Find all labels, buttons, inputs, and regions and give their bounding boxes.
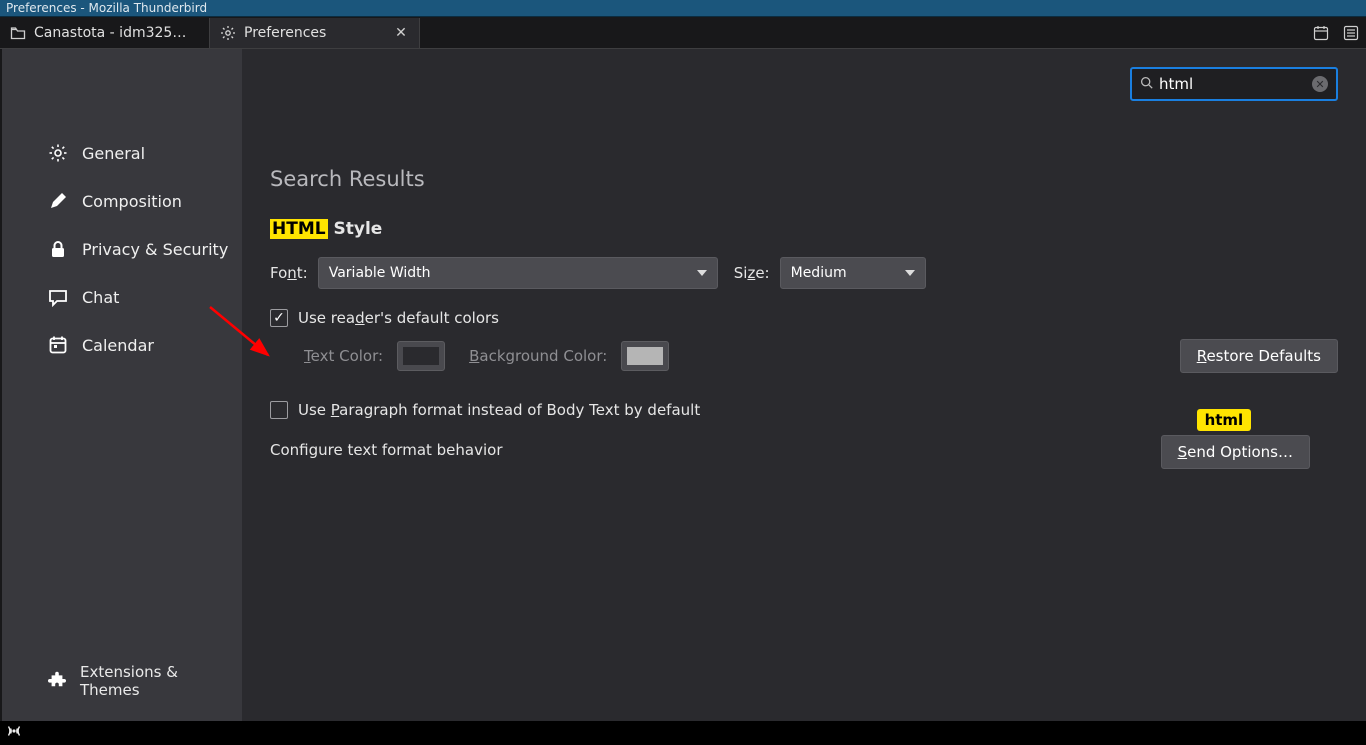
search-results-heading: Search Results: [270, 167, 1338, 191]
preferences-search[interactable]: html ✕: [1130, 67, 1338, 101]
configure-label: Configure text format behavior: [270, 441, 503, 459]
search-input-value[interactable]: html: [1159, 75, 1306, 93]
sidebar-item-label: General: [82, 144, 145, 163]
section-title-html-style: HTML Style: [270, 219, 1338, 239]
calendar-icon: [48, 335, 68, 355]
paragraph-format-label: Use Paragraph format instead of Body Tex…: [298, 401, 700, 419]
network-icon[interactable]: [6, 723, 22, 743]
font-label: Font:: [270, 264, 308, 282]
preferences-sidebar: General Composition Privacy & Security C…: [2, 49, 242, 721]
tabstrip-actions: [1312, 17, 1360, 49]
sidebar-item-extensions[interactable]: Extensions & Themes: [2, 661, 242, 701]
sidebar-item-label: Extensions & Themes: [80, 663, 242, 699]
close-icon[interactable]: ✕: [393, 25, 409, 41]
readers-colors-row: Use reader's default colors: [270, 309, 1338, 327]
size-label: Size:: [734, 264, 770, 282]
restore-defaults-button[interactable]: Restore Defaults: [1180, 339, 1338, 373]
readers-colors-label: Use reader's default colors: [298, 309, 499, 327]
folder-icon: [10, 25, 26, 41]
background-color-label: Background Color:: [469, 347, 607, 365]
readers-colors-checkbox[interactable]: [270, 309, 288, 327]
tab-label: Canastota - idm325@outl: [34, 25, 199, 41]
tab-preferences[interactable]: Preferences ✕: [210, 18, 420, 48]
preferences-content: html ✕ Search Results HTML Style Font: V…: [242, 49, 1366, 721]
lock-icon: [48, 239, 68, 259]
text-color-label: Text Color:: [304, 347, 383, 365]
pencil-icon: [48, 191, 68, 211]
search-hit-balloon: html: [1197, 409, 1252, 431]
sidebar-item-label: Chat: [82, 288, 119, 307]
font-select-value: Variable Width: [329, 265, 431, 281]
background-color-swatch[interactable]: [621, 341, 669, 371]
color-restore-row: Text Color: Background Color: Restore De…: [270, 341, 1338, 371]
sidebar-item-composition[interactable]: Composition: [2, 177, 242, 225]
window-title: Preferences - Mozilla Thunderbird: [6, 1, 207, 15]
font-size-row: Font: Variable Width Size: Medium: [270, 257, 1338, 289]
os-taskbar: [0, 721, 1366, 745]
sidebar-item-label: Calendar: [82, 336, 154, 355]
search-icon: [1140, 76, 1153, 93]
size-select[interactable]: Medium: [780, 257, 926, 289]
chat-icon: [48, 287, 68, 307]
highlight-html: HTML: [270, 219, 328, 239]
tab-strip: Canastota - idm325@outl Preferences ✕: [0, 17, 1366, 49]
size-select-value: Medium: [791, 265, 847, 281]
main-area: General Composition Privacy & Security C…: [0, 49, 1366, 721]
tab-label: Preferences: [244, 25, 326, 41]
paragraph-row: Use Paragraph format instead of Body Tex…: [270, 401, 1338, 419]
clear-search-icon[interactable]: ✕: [1312, 76, 1328, 92]
calendar-pane-icon[interactable]: [1312, 24, 1330, 42]
sidebar-item-privacy[interactable]: Privacy & Security: [2, 225, 242, 273]
tab-mail[interactable]: Canastota - idm325@outl: [0, 18, 210, 48]
font-select[interactable]: Variable Width: [318, 257, 718, 289]
sidebar-item-general[interactable]: General: [2, 129, 242, 177]
chevron-down-icon: [697, 270, 707, 276]
text-color-swatch[interactable]: [397, 341, 445, 371]
sidebar-item-chat[interactable]: Chat: [2, 273, 242, 321]
configure-row: Configure text format behavior html Send…: [270, 441, 1338, 459]
sidebar-item-label: Privacy & Security: [82, 240, 228, 259]
title-rest: Style: [328, 219, 383, 239]
puzzle-icon: [48, 670, 66, 692]
window-title-bar: Preferences - Mozilla Thunderbird: [0, 0, 1366, 17]
send-options-button[interactable]: Send Options…: [1161, 435, 1310, 469]
tasks-pane-icon[interactable]: [1342, 24, 1360, 42]
gear-icon: [220, 25, 236, 41]
sidebar-item-calendar[interactable]: Calendar: [2, 321, 242, 369]
paragraph-format-checkbox[interactable]: [270, 401, 288, 419]
gear-icon: [48, 143, 68, 163]
sidebar-item-label: Composition: [82, 192, 182, 211]
color-controls: Text Color: Background Color:: [270, 341, 669, 371]
chevron-down-icon: [905, 270, 915, 276]
